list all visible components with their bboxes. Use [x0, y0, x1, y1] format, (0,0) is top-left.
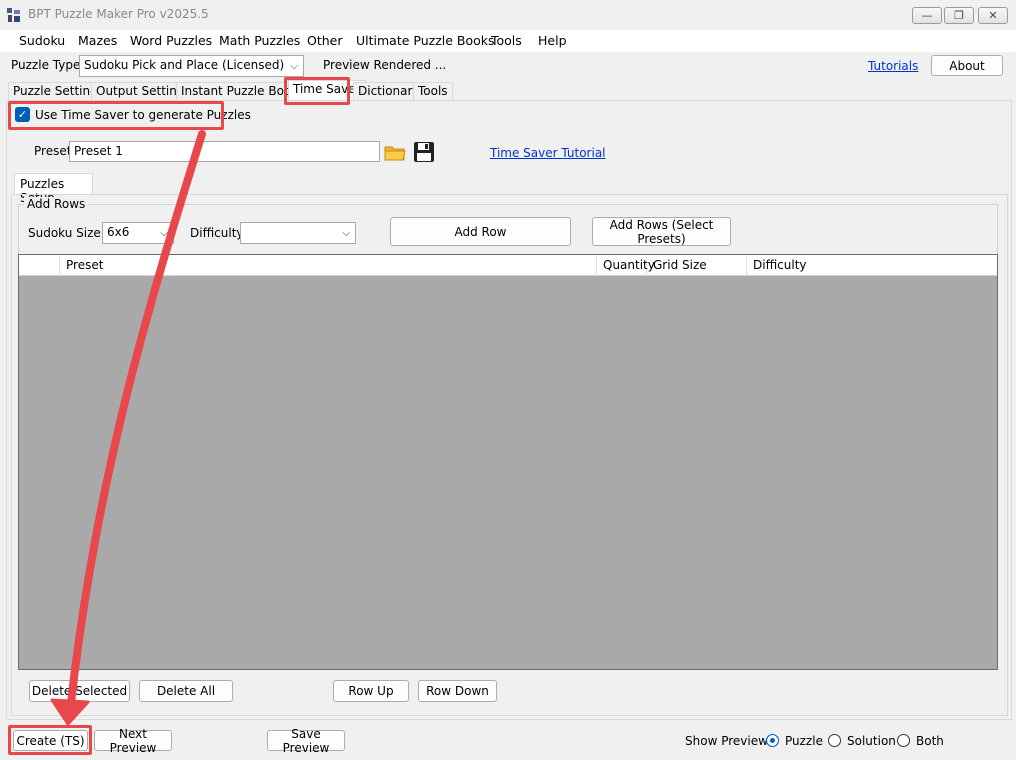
- annotation-arrow: [50, 130, 206, 726]
